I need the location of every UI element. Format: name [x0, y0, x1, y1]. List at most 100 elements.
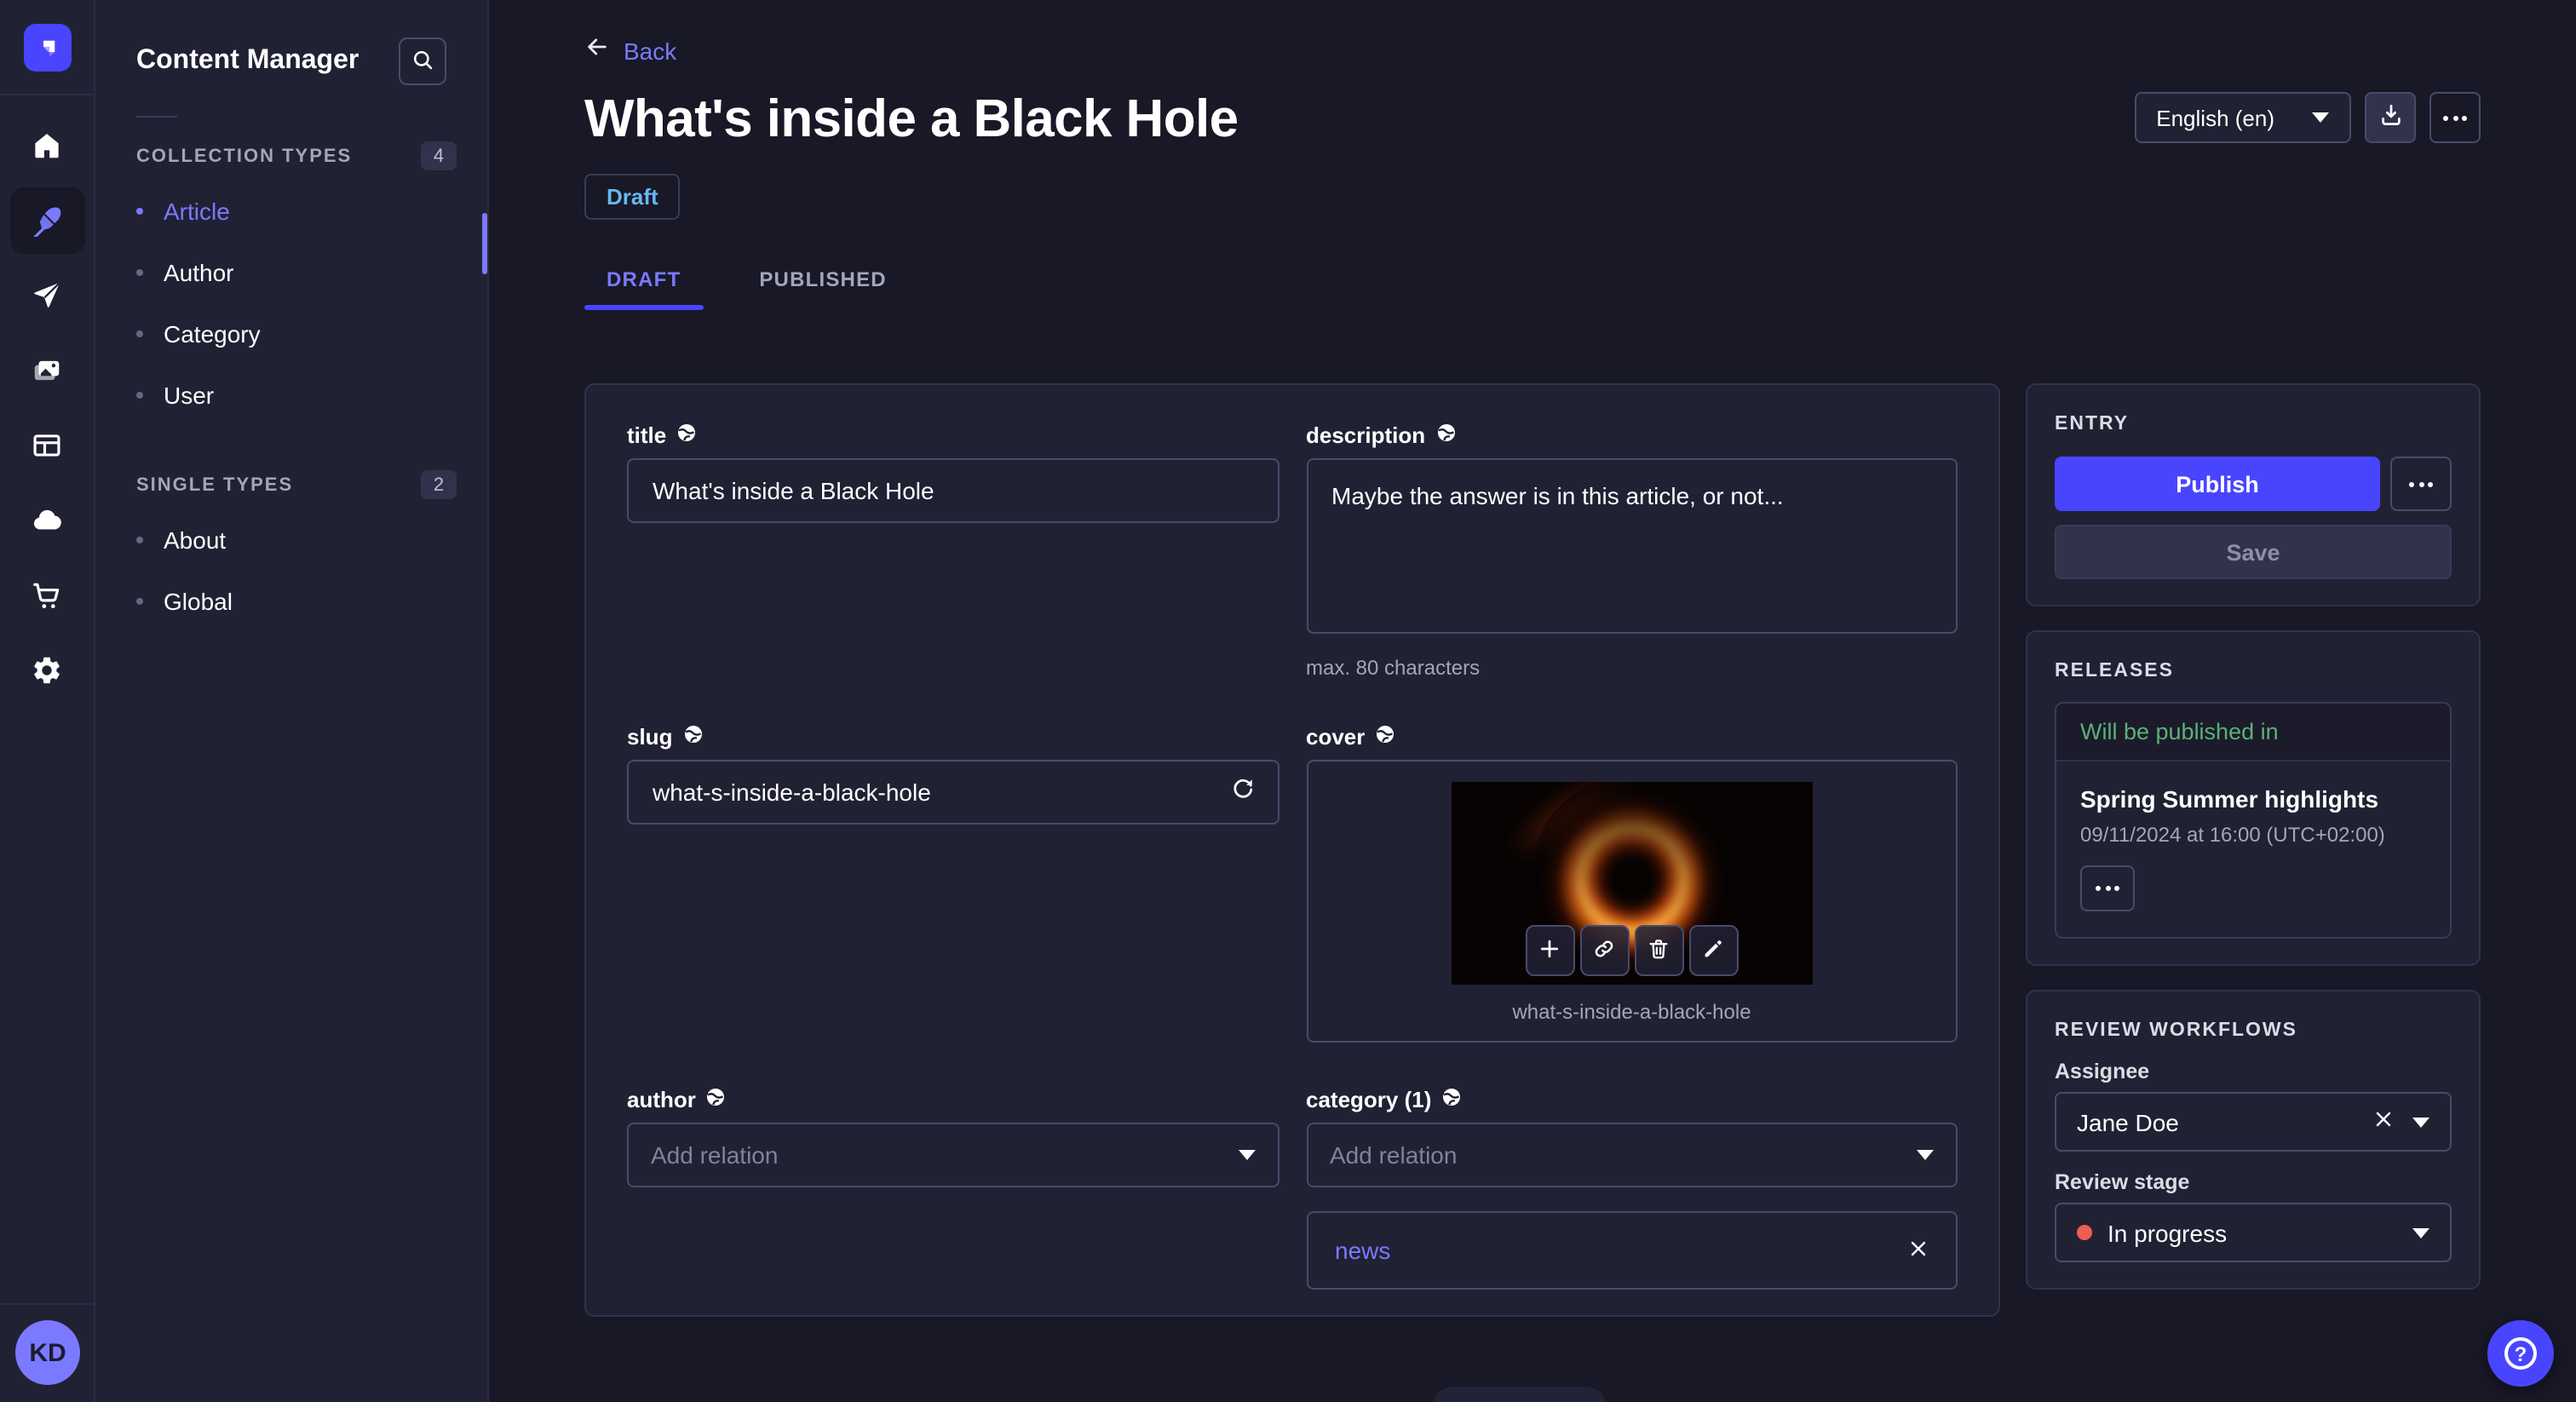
right-panel-column: ENTRY Publish Save RELEASES Will be publ…	[2026, 383, 2481, 1290]
field-author-label: author	[627, 1087, 696, 1112]
sidebar-divider	[136, 116, 177, 118]
regenerate-slug-button[interactable]	[1224, 773, 1262, 811]
bullet-icon	[136, 392, 143, 399]
assignee-select[interactable]: Jane Doe	[2055, 1092, 2452, 1152]
cover-media-box: what-s-inside-a-black-hole	[1306, 760, 1958, 1043]
delete-media-button[interactable]	[1634, 925, 1684, 976]
section-count-badge: 2	[421, 470, 457, 499]
globe-icon	[1435, 422, 1456, 448]
chevron-down-icon	[2412, 1117, 2429, 1127]
clear-assignee-button[interactable]	[2373, 1109, 2394, 1135]
globe-icon	[706, 1087, 727, 1112]
review-stage-label: Review stage	[2055, 1170, 2190, 1194]
copy-link-button[interactable]	[1579, 925, 1630, 976]
sidebar-item-label: Author	[164, 259, 234, 286]
download-button[interactable]	[2365, 92, 2416, 143]
publish-button[interactable]: Publish	[2055, 457, 2380, 511]
field-slug: slug	[627, 724, 1279, 1043]
entry-panel-title: ENTRY	[2055, 414, 2130, 434]
avatar[interactable]: KD	[15, 1320, 80, 1385]
field-title: title	[627, 422, 1279, 680]
globe-icon	[1375, 724, 1395, 750]
header-actions: English (en)	[2134, 92, 2481, 143]
locale-select[interactable]: English (en)	[2134, 92, 2351, 143]
review-stage-select[interactable]: In progress	[2055, 1203, 2452, 1262]
marketplace-icon[interactable]	[9, 562, 84, 629]
help-button[interactable]: ?	[2487, 1320, 2554, 1387]
content-manager-sidebar: Content Manager COLLECTION TYPES 4 Artic…	[95, 0, 489, 1402]
sidebar-item-user[interactable]: User	[95, 365, 487, 426]
globe-icon	[676, 422, 697, 448]
author-placeholder: Add relation	[651, 1141, 779, 1169]
content-manager-icon[interactable]	[9, 187, 84, 254]
settings-icon[interactable]	[9, 637, 84, 704]
field-cover: cover what-s-inside-a-black-hole	[1306, 724, 1958, 1043]
sidebar-item-label: About	[164, 526, 227, 554]
pencil-icon	[1702, 936, 1726, 965]
release-status: Will be published in	[2056, 704, 2450, 761]
sidebar-item-about[interactable]: About	[95, 509, 487, 571]
entry-panel: ENTRY Publish Save	[2026, 383, 2481, 606]
sidebar-item-label: User	[164, 382, 215, 409]
save-button[interactable]: Save	[2055, 525, 2452, 579]
bullet-icon	[136, 598, 143, 605]
release-date: 09/11/2024 at 16:00 (UTC+02:00)	[2080, 823, 2385, 847]
nav-rail: KD	[0, 0, 95, 1402]
field-category-label: category (1)	[1306, 1087, 1432, 1112]
tab-draft[interactable]: DRAFT	[584, 257, 703, 310]
sidebar-item-global[interactable]: Global	[95, 571, 487, 632]
section-label: SINGLE TYPES	[136, 474, 294, 495]
cloud-icon[interactable]	[9, 487, 84, 554]
section-label: COLLECTION TYPES	[136, 146, 353, 166]
media-library-icon[interactable]	[9, 337, 84, 404]
title-input[interactable]	[627, 458, 1279, 523]
remove-relation-button[interactable]	[1908, 1238, 1929, 1263]
edit-media-button[interactable]	[1688, 925, 1739, 976]
review-panel-title: REVIEW WORKFLOWS	[2055, 1020, 2297, 1041]
field-description-label: description	[1306, 422, 1426, 448]
relation-item-news: news	[1306, 1211, 1958, 1290]
trash-icon	[1647, 936, 1671, 965]
add-media-button[interactable]	[1525, 925, 1575, 976]
bullet-icon	[136, 330, 143, 337]
download-icon	[2378, 102, 2403, 133]
description-hint: max. 80 characters	[1306, 656, 1481, 680]
back-link-label[interactable]: Back	[624, 37, 676, 65]
close-icon	[1908, 1238, 1929, 1263]
field-title-label: title	[627, 422, 667, 448]
stage-value: In progress	[2107, 1219, 2228, 1246]
more-actions-button[interactable]	[2429, 92, 2481, 143]
author-relation-select[interactable]: Add relation	[627, 1123, 1279, 1187]
more-icon	[2443, 115, 2467, 120]
sidebar-item-category[interactable]: Category	[95, 303, 487, 365]
cover-filename: what-s-inside-a-black-hole	[1512, 1000, 1751, 1024]
entry-more-button[interactable]	[2390, 457, 2452, 511]
chevron-down-icon	[1917, 1150, 1934, 1160]
relation-link[interactable]: news	[1335, 1237, 1390, 1264]
entry-form-card: title description	[584, 383, 2000, 1317]
sidebar-item-label: Global	[164, 588, 233, 615]
release-more-button[interactable]	[2080, 865, 2135, 911]
home-icon[interactable]	[9, 112, 84, 179]
release-card: Will be published in Spring Summer highl…	[2055, 702, 2452, 939]
category-relation-select[interactable]: Add relation	[1306, 1123, 1958, 1187]
sidebar-item-author[interactable]: Author	[95, 242, 487, 303]
search-button[interactable]	[399, 37, 446, 85]
field-description: description Maybe the answer is in this …	[1306, 422, 1958, 680]
more-icon	[2096, 886, 2119, 891]
review-workflows-panel: REVIEW WORKFLOWS Assignee Jane Doe Revie…	[2026, 990, 2481, 1290]
plus-icon	[1538, 936, 1562, 965]
content-type-builder-icon[interactable]	[9, 412, 84, 479]
slug-input[interactable]	[627, 760, 1279, 825]
sidebar-item-article[interactable]: Article	[95, 181, 487, 242]
releases-icon[interactable]	[9, 262, 84, 329]
app-window: KD Content Manager COLLECTION TYPES 4 Ar…	[0, 0, 2576, 1402]
bullet-icon	[136, 208, 143, 215]
tab-published[interactable]: PUBLISHED	[737, 257, 909, 310]
globe-icon	[682, 724, 703, 750]
strapi-logo[interactable]	[0, 0, 95, 95]
stage-dot-icon	[2077, 1225, 2092, 1240]
rail-footer: KD	[0, 1303, 95, 1402]
back-button[interactable]: Back	[584, 34, 2481, 68]
description-textarea[interactable]: Maybe the answer is in this article, or …	[1306, 458, 1958, 634]
